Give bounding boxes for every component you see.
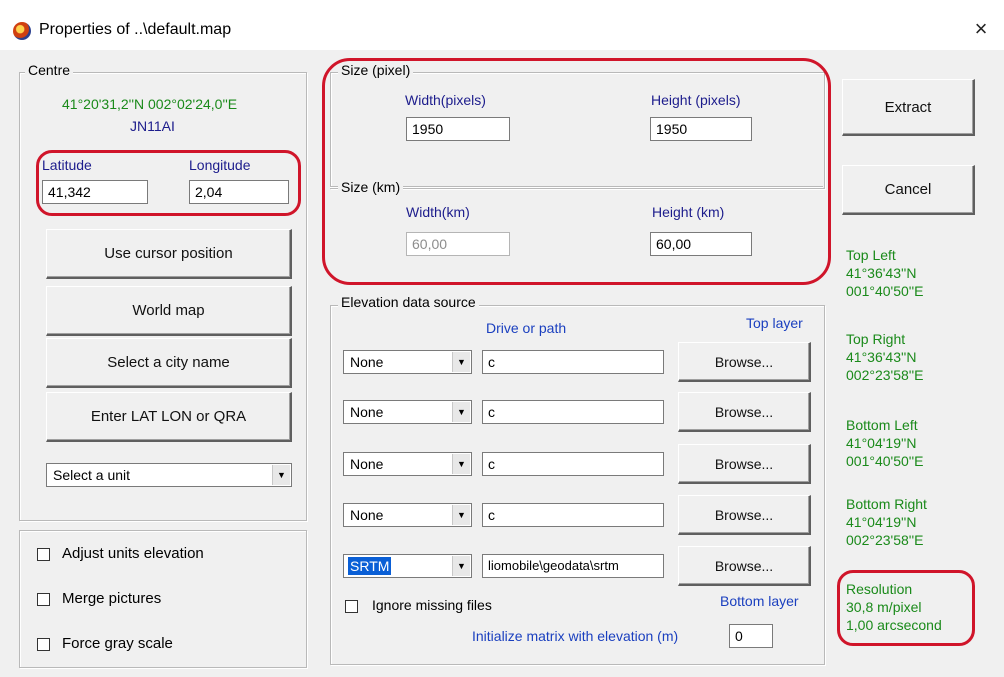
merge-pictures-checkbox[interactable] xyxy=(37,593,50,606)
browse-button-4[interactable]: Browse... xyxy=(678,495,811,535)
unit-select-value: Select a unit xyxy=(53,467,131,483)
chevron-down-icon[interactable]: ▼ xyxy=(452,505,470,525)
adjust-units-elevation-checkbox[interactable] xyxy=(37,548,50,561)
resolution-highlight xyxy=(837,570,975,646)
top-left-label: Top Left xyxy=(846,247,896,263)
source-select-value: None xyxy=(350,354,384,370)
bottom-layer-label: Bottom layer xyxy=(720,593,799,609)
adjust-units-elevation-label: Adjust units elevation xyxy=(62,545,204,562)
size-highlight xyxy=(322,58,831,285)
top-left-lon: 001°40'50''E xyxy=(846,283,924,299)
top-left-lat: 41°36'43''N xyxy=(846,265,917,281)
ignore-missing-files-label: Ignore missing files xyxy=(372,597,492,613)
source-select-value: None xyxy=(350,507,384,523)
bottom-right-lon: 002°23'58''E xyxy=(846,532,924,548)
path-field-2[interactable]: c xyxy=(482,400,664,424)
centre-legend: Centre xyxy=(25,62,74,78)
bottom-left-lat: 41°04'19''N xyxy=(846,435,917,451)
elevation-legend: Elevation data source xyxy=(338,294,479,310)
path-field-3[interactable]: c xyxy=(482,452,664,476)
force-gray-scale-checkbox[interactable] xyxy=(37,638,50,651)
title-bar: Properties of ..\default.map × xyxy=(0,0,1004,50)
top-right-corner: Top Right 41°36'43''N 002°23'58''E xyxy=(846,330,923,384)
centre-coordinates: 41°20'31,2''N 002°02'24,0''E xyxy=(62,96,238,112)
unit-select[interactable]: Select a unit ▼ xyxy=(46,463,292,487)
browse-button-1[interactable]: Browse... xyxy=(678,342,811,382)
chevron-down-icon[interactable]: ▼ xyxy=(452,556,470,576)
properties-dialog: Properties of ..\default.map × Centre 41… xyxy=(0,0,1004,677)
chevron-down-icon[interactable]: ▼ xyxy=(452,402,470,422)
qra-locator: JN11AI xyxy=(130,118,175,134)
use-cursor-position-button[interactable]: Use cursor position xyxy=(46,229,292,279)
source-select-3[interactable]: None ▼ xyxy=(343,452,472,476)
bottom-left-corner: Bottom Left 41°04'19''N 001°40'50''E xyxy=(846,416,923,470)
top-right-lat: 41°36'43''N xyxy=(846,349,917,365)
path-field-1[interactable]: c xyxy=(482,350,664,374)
source-select-value: None xyxy=(350,404,384,420)
source-select-value: None xyxy=(350,456,384,472)
close-button[interactable]: × xyxy=(966,14,996,44)
bottom-left-label: Bottom Left xyxy=(846,417,918,433)
source-select-4[interactable]: None ▼ xyxy=(343,503,472,527)
extract-button[interactable]: Extract xyxy=(842,79,975,136)
browse-button-2[interactable]: Browse... xyxy=(678,392,811,432)
bottom-right-label: Bottom Right xyxy=(846,496,927,512)
init-matrix-field[interactable]: 0 xyxy=(729,624,773,648)
force-gray-scale-label: Force gray scale xyxy=(62,635,173,652)
window-title: Properties of ..\default.map xyxy=(39,21,232,38)
chevron-down-icon[interactable]: ▼ xyxy=(452,454,470,474)
source-select-2[interactable]: None ▼ xyxy=(343,400,472,424)
world-map-button[interactable]: World map xyxy=(46,286,292,336)
bottom-right-corner: Bottom Right 41°04'19''N 002°23'58''E xyxy=(846,495,927,549)
select-city-button[interactable]: Select a city name xyxy=(46,338,292,388)
drive-path-label: Drive or path xyxy=(486,320,567,336)
init-matrix-label: Initialize matrix with elevation (m) xyxy=(472,628,679,644)
source-select-value: SRTM xyxy=(348,557,392,575)
top-layer-label: Top layer xyxy=(746,315,803,331)
cancel-button[interactable]: Cancel xyxy=(842,165,975,215)
bottom-right-lat: 41°04'19''N xyxy=(846,514,917,530)
source-select-1[interactable]: None ▼ xyxy=(343,350,472,374)
browse-button-3[interactable]: Browse... xyxy=(678,444,811,484)
ignore-missing-files-checkbox[interactable] xyxy=(345,600,358,613)
bottom-left-lon: 001°40'50''E xyxy=(846,453,924,469)
chevron-down-icon[interactable]: ▼ xyxy=(272,465,290,485)
path-field-4[interactable]: c xyxy=(482,503,664,527)
latlon-highlight xyxy=(36,150,301,216)
merge-pictures-label: Merge pictures xyxy=(62,590,162,607)
source-select-5[interactable]: SRTM ▼ xyxy=(343,554,472,578)
globe-icon xyxy=(13,22,31,40)
top-right-lon: 002°23'58''E xyxy=(846,367,924,383)
top-left-corner: Top Left 41°36'43''N 001°40'50''E xyxy=(846,246,923,300)
chevron-down-icon[interactable]: ▼ xyxy=(452,352,470,372)
browse-button-5[interactable]: Browse... xyxy=(678,546,811,586)
enter-latlon-button[interactable]: Enter LAT LON or QRA xyxy=(46,392,292,442)
path-field-5[interactable]: liomobile\geodata\srtm xyxy=(482,554,664,578)
top-right-label: Top Right xyxy=(846,331,906,347)
